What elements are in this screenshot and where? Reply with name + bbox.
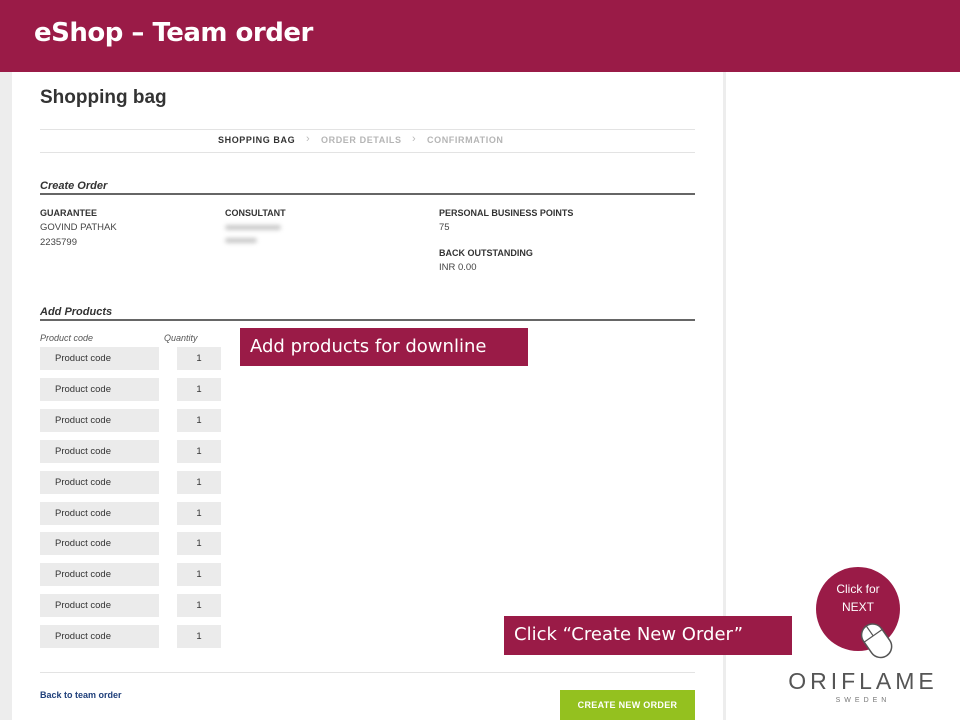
step-order-details[interactable]: ORDER DETAILS bbox=[321, 135, 402, 145]
product-code-input[interactable]: Product code bbox=[40, 408, 159, 432]
product-code-column-header: Product code bbox=[40, 333, 94, 343]
quantity-input[interactable]: 1 bbox=[177, 532, 221, 556]
guarantee-id: 2235799 bbox=[40, 237, 77, 248]
oriflame-logo: ORIFLAME bbox=[788, 668, 938, 694]
product-row: Product code 1 bbox=[40, 532, 225, 556]
consultant-name-redacted bbox=[225, 225, 281, 230]
create-new-order-button[interactable]: CREATE NEW ORDER bbox=[560, 690, 695, 720]
quantity-input[interactable]: 1 bbox=[177, 563, 221, 587]
chevron-right-icon: › bbox=[306, 133, 310, 145]
product-row: Product code 1 bbox=[40, 594, 225, 618]
step-shopping-bag[interactable]: SHOPPING BAG bbox=[218, 135, 295, 145]
mouse-icon bbox=[860, 623, 893, 659]
quantity-input[interactable]: 1 bbox=[177, 501, 221, 525]
quantity-input[interactable]: 1 bbox=[177, 470, 221, 494]
page-title: Shopping bag bbox=[40, 87, 167, 108]
pbp-label: PERSONAL BUSINESS POINTS bbox=[439, 208, 574, 218]
quantity-input[interactable]: 1 bbox=[177, 439, 221, 463]
product-code-input[interactable]: Product code bbox=[40, 501, 159, 525]
consultant-label: CONSULTANT bbox=[225, 208, 286, 218]
quantity-input[interactable]: 1 bbox=[177, 377, 221, 401]
product-code-input[interactable]: Product code bbox=[40, 563, 159, 587]
product-code-input[interactable]: Product code bbox=[40, 625, 159, 649]
product-row: Product code 1 bbox=[40, 470, 225, 494]
oriflame-logo-sub: SWEDEN bbox=[835, 697, 891, 704]
back-outstanding-label: BACK OUTSTANDING bbox=[439, 248, 533, 258]
quantity-column-header: Quantity bbox=[164, 333, 198, 343]
product-code-input[interactable]: Product code bbox=[40, 347, 159, 370]
quantity-input[interactable]: 1 bbox=[177, 594, 221, 618]
back-outstanding-value: INR 0.00 bbox=[439, 262, 477, 273]
footer-divider bbox=[40, 672, 695, 673]
quantity-input[interactable]: 1 bbox=[177, 347, 221, 370]
add-products-callout: Add products for downline bbox=[240, 328, 528, 366]
pbp-value: 75 bbox=[439, 222, 450, 233]
next-line1: Click for bbox=[836, 582, 880, 596]
step-confirmation[interactable]: CONFIRMATION bbox=[427, 135, 504, 145]
guarantee-label: GUARANTEE bbox=[40, 208, 98, 218]
product-code-input[interactable]: Product code bbox=[40, 439, 159, 463]
quantity-input[interactable]: 1 bbox=[177, 625, 221, 649]
create-order-callout: Click “Create New Order” bbox=[504, 616, 792, 655]
product-code-input[interactable]: Product code bbox=[40, 532, 159, 556]
product-code-input[interactable]: Product code bbox=[40, 377, 159, 401]
slide-title: eShop – Team order bbox=[34, 18, 313, 48]
product-row: Product code 1 bbox=[40, 377, 225, 401]
product-code-input[interactable]: Product code bbox=[40, 470, 159, 494]
slide-header: eShop – Team order bbox=[0, 0, 960, 72]
next-line2: NEXT bbox=[841, 600, 874, 614]
checkout-steps: SHOPPING BAG › ORDER DETAILS › CONFIRMAT… bbox=[40, 129, 695, 153]
product-row: Product code 1 bbox=[40, 501, 225, 525]
product-row: Product code 1 bbox=[40, 408, 225, 432]
back-to-team-order-link[interactable]: Back to team order bbox=[40, 690, 122, 700]
chevron-right-icon: › bbox=[412, 133, 416, 145]
product-row: Product code 1 bbox=[40, 625, 225, 649]
guarantee-name: GOVIND PATHAK bbox=[40, 222, 117, 233]
add-products-heading: Add Products bbox=[40, 306, 695, 321]
product-row: Product code 1 bbox=[40, 439, 225, 463]
product-code-input[interactable]: Product code bbox=[40, 594, 159, 618]
quantity-input[interactable]: 1 bbox=[177, 408, 221, 432]
consultant-id-redacted bbox=[225, 238, 257, 243]
create-order-heading: Create Order bbox=[40, 180, 695, 195]
product-row: Product code 1 bbox=[40, 563, 225, 587]
product-row: Product code 1 bbox=[40, 347, 225, 370]
